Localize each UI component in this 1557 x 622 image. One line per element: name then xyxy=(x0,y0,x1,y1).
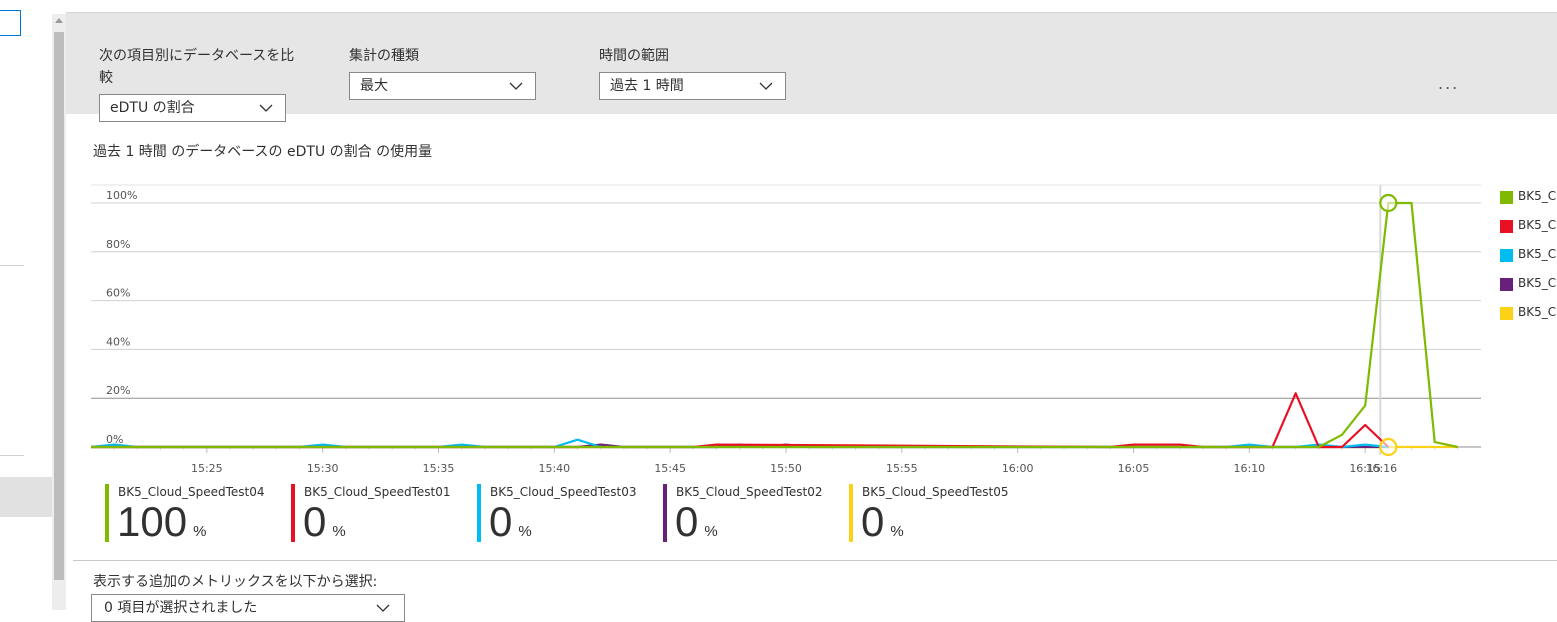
tile-value: 100% xyxy=(117,498,206,556)
legend-label: BK5_Cloud_SpeedTest04 xyxy=(1518,189,1557,203)
y-tick-label: 60% xyxy=(106,287,130,300)
legend-swatch xyxy=(1500,278,1513,291)
tile-value-number: 100 xyxy=(117,498,188,545)
tile-series-name: BK5_Cloud_SpeedTest02 xyxy=(676,485,823,499)
highlight-point xyxy=(1379,193,1398,213)
additional-metrics-value: 0 項目が選択されました xyxy=(104,600,258,616)
tile-value: 0% xyxy=(303,498,346,556)
tile-color-bar xyxy=(663,484,667,542)
tile-value: 0% xyxy=(675,498,718,556)
y-tick-label: 40% xyxy=(106,335,130,348)
series-line xyxy=(91,392,1390,449)
x-tick-label: 15:35 xyxy=(423,462,455,475)
x-tick-label: 16:10 xyxy=(1233,462,1265,475)
tile-series-name: BK5_Cloud_SpeedTest04 xyxy=(118,485,265,499)
legend-swatch xyxy=(1500,191,1513,204)
tile-unit: % xyxy=(518,523,532,540)
tile-unit: % xyxy=(332,523,346,540)
additional-metrics-label: 表示する追加のメトリックスを以下から選択: xyxy=(93,574,378,590)
tile-value-number: 0 xyxy=(303,498,327,545)
edtu-line-chart: 100%80%60%40%20%0%15:25 15:30 15:35 15:40 15… xyxy=(90,184,1481,475)
x-tick-label: 15:30 xyxy=(307,462,339,475)
tile-value: 0% xyxy=(861,498,904,556)
y-tick-label: 100% xyxy=(106,189,137,202)
tile-series-name: BK5_Cloud_SpeedTest05 xyxy=(862,485,1009,499)
tile-unit: % xyxy=(890,523,904,540)
tile-unit: % xyxy=(704,523,718,540)
additional-metrics-dropdown[interactable]: 0 項目が選択されました xyxy=(91,594,405,622)
legend-item[interactable]: BK5_Cloud_SpeedTest02 xyxy=(1500,276,1557,305)
x-tick-label: 15:25 xyxy=(191,462,223,475)
x-tick-label: 15:55 xyxy=(886,462,918,475)
legend-swatch xyxy=(1500,307,1513,320)
cursor-time-label: 16:16 xyxy=(1365,462,1397,475)
legend-label: BK5_Cloud_SpeedTest03 xyxy=(1518,247,1557,261)
x-tick-label: 15:40 xyxy=(538,462,570,475)
series-line xyxy=(91,201,1459,449)
x-tick-label: 16:00 xyxy=(1002,462,1034,475)
tile-value-number: 0 xyxy=(675,498,699,545)
tile-color-bar xyxy=(291,484,295,542)
legend-label: BK5_Cloud_SpeedTest02 xyxy=(1518,276,1557,290)
legend-item[interactable]: BK5_Cloud_SpeedTest04 xyxy=(1500,189,1557,218)
tile-value-number: 0 xyxy=(489,498,513,545)
section-divider xyxy=(73,560,1557,561)
tile-series-name: BK5_Cloud_SpeedTest01 xyxy=(304,485,451,499)
x-tick-label: 16:05 xyxy=(1118,462,1150,475)
tile-unit: % xyxy=(193,523,207,540)
chevron-down-icon xyxy=(376,604,390,612)
legend-label: BK5_Cloud_SpeedTest01 xyxy=(1518,218,1557,232)
legend-item[interactable]: BK5_Cloud_SpeedTest03 xyxy=(1500,247,1557,276)
tile-value-number: 0 xyxy=(861,498,885,545)
legend-item[interactable]: BK5_Cloud_SpeedTest01 xyxy=(1500,218,1557,247)
tile-color-bar xyxy=(477,484,481,542)
legend-label: BK5_Cloud_SpeedTest05 xyxy=(1518,305,1557,319)
tile-color-bar xyxy=(849,484,853,542)
tile-color-bar xyxy=(105,484,109,542)
x-tick-label: 15:50 xyxy=(770,462,802,475)
tile-value: 0% xyxy=(489,498,532,556)
legend-item[interactable]: BK5_Cloud_SpeedTest05 xyxy=(1500,305,1557,334)
y-tick-label: 80% xyxy=(106,238,130,251)
legend-swatch xyxy=(1500,249,1513,262)
x-tick-label: 15:45 xyxy=(654,462,686,475)
highlight-point xyxy=(1379,437,1398,457)
y-tick-label: 20% xyxy=(106,384,130,397)
chart-legend: BK5_Cloud_SpeedTest04 BK5_Cloud_SpeedTes… xyxy=(1500,189,1557,334)
tile-series-name: BK5_Cloud_SpeedTest03 xyxy=(490,485,637,499)
legend-swatch xyxy=(1500,220,1513,233)
